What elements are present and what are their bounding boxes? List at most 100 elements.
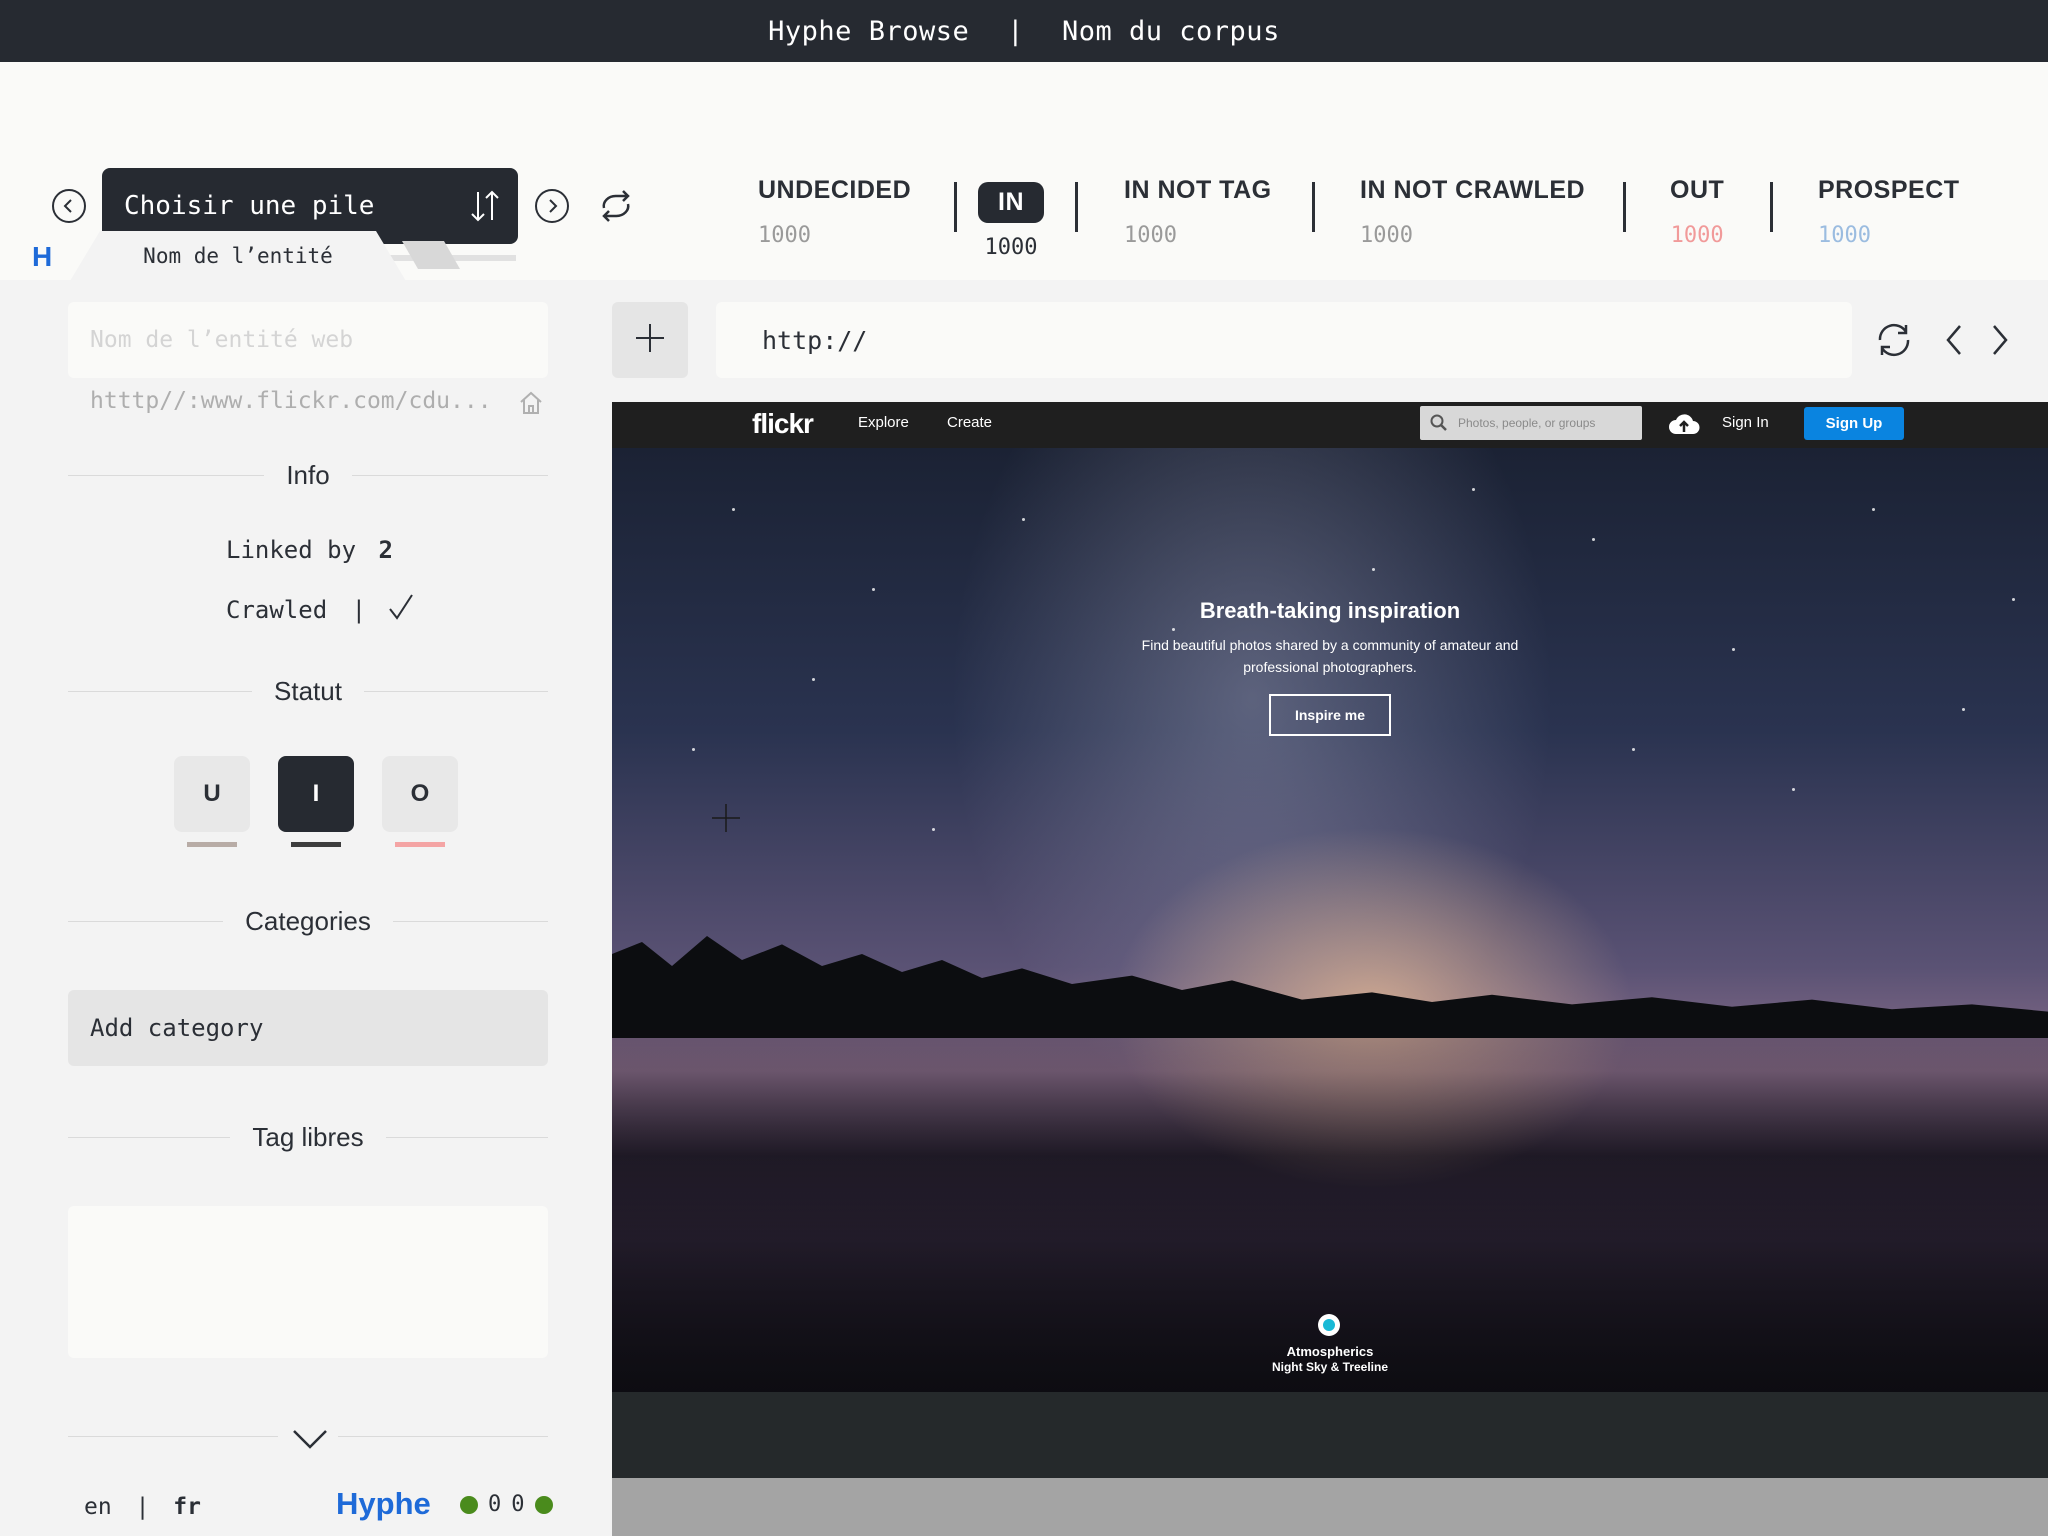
sort-arrows-icon (468, 186, 504, 233)
lang-fr[interactable]: fr (173, 1494, 201, 1520)
status-count: 1000 (984, 235, 1038, 260)
crosshair-cursor-icon (712, 804, 740, 837)
free-tags-input[interactable] (68, 1206, 548, 1358)
entity-panel: Nom de l’entité web htttp//:www.flickr.c… (0, 280, 612, 1536)
flickr-search-input[interactable]: Photos, people, or groups (1420, 406, 1642, 440)
status-o-button[interactable]: O (382, 756, 458, 832)
url-input[interactable]: http:// (716, 302, 1852, 378)
flickr-sign-up-button[interactable]: Sign Up (1804, 407, 1904, 440)
status-in-not-crawled[interactable]: IN NOT CRAWLED 1000 (1360, 176, 1585, 248)
add-category-label: Add category (90, 1014, 264, 1042)
hyphe-brand[interactable]: Hyphe (336, 1486, 431, 1522)
info-title: Info (286, 460, 330, 490)
tab-entity[interactable]: Nom de l’entité (70, 231, 406, 281)
flickr-hero-subtitle: Find beautiful photos shared by a commun… (1141, 637, 1519, 675)
corpus-name: Nom du corpus (1062, 15, 1280, 47)
entity-name-input[interactable]: Nom de l’entité web (68, 302, 548, 378)
status-undecided[interactable]: UNDECIDED 1000 (758, 176, 911, 248)
app-title-bar: Hyphe Browse | Nom du corpus (0, 0, 2048, 62)
status-u-button[interactable]: U (174, 756, 250, 832)
flickr-explore-link[interactable]: Explore (858, 414, 909, 431)
status-u-underline (187, 842, 237, 847)
status-count: 1000 (1124, 223, 1177, 248)
statut-title: Statut (274, 676, 342, 706)
plus-icon (634, 322, 666, 359)
status-dot-icon (534, 1495, 553, 1514)
crawled: Crawled | (226, 592, 415, 628)
status-i-button[interactable]: I (278, 756, 354, 832)
status-count: 1000 (758, 223, 811, 248)
flickr-create-link[interactable]: Create (947, 414, 992, 431)
language-switcher: en | fr (84, 1494, 201, 1520)
status-label: OUT (1670, 176, 1725, 204)
status-out[interactable]: OUT 1000 (1670, 176, 1724, 248)
add-category-input[interactable]: Add category (68, 990, 548, 1066)
divider (68, 1436, 278, 1437)
status-label: UNDECIDED (758, 176, 912, 204)
checkmark-icon (387, 592, 415, 628)
previous-pile-icon[interactable] (52, 189, 86, 223)
linked-by: Linked by 2 (226, 536, 393, 564)
home-icon[interactable] (518, 390, 544, 421)
upload-cloud-icon[interactable] (1668, 412, 1700, 441)
app-name: Hyphe Browse (768, 15, 970, 47)
flickr-logo[interactable]: flickr (752, 408, 814, 440)
divider (338, 1436, 548, 1437)
info-section-header: Info (68, 460, 548, 491)
lake-reflection (612, 1038, 2048, 1438)
status-label: IN NOT TAG (1124, 176, 1272, 204)
linked-by-value: 2 (378, 536, 393, 564)
status-in-not-tag[interactable]: IN NOT TAG 1000 (1124, 176, 1272, 248)
refresh-loop-icon[interactable] (596, 186, 636, 231)
tab-new[interactable] (402, 241, 460, 269)
status-divider (1623, 182, 1626, 232)
status-divider (1075, 182, 1078, 232)
web-view[interactable]: flickr Explore Create Photos, people, or… (612, 402, 2048, 1536)
lang-separator: | (135, 1494, 150, 1520)
status-label: IN NOT CRAWLED (1360, 176, 1586, 204)
tags-title: Tag libres (252, 1122, 364, 1152)
flickr-sign-in-link[interactable]: Sign In (1722, 414, 1769, 431)
status-label: IN (978, 182, 1044, 223)
entity-url: htttp//:www.flickr.com/cdu... (90, 388, 492, 414)
photo-credit-subtitle: Night Sky & Treeline (1271, 1360, 1389, 1374)
search-icon (1430, 414, 1448, 435)
title-separator: | (1007, 15, 1024, 47)
status-dot-icon (460, 1495, 478, 1514)
status-divider (1770, 182, 1773, 232)
forward-icon[interactable] (1988, 324, 2012, 361)
status-divider (1312, 182, 1315, 232)
status-i-underline (291, 842, 341, 847)
hyphe-logo[interactable]: H (32, 241, 52, 273)
categories-title: Categories (245, 906, 371, 936)
status-label: PROSPECT (1818, 176, 1960, 204)
statut-section-header: Statut (68, 676, 548, 707)
flickr-hero-title: Breath-taking inspiration (1199, 598, 1461, 623)
back-icon[interactable] (1942, 324, 1966, 361)
hero-background-image (612, 448, 2048, 1438)
chevron-down-icon[interactable] (292, 1428, 328, 1455)
status-divider (954, 182, 957, 232)
url-value: http:// (762, 325, 868, 355)
photo-credit-title[interactable]: Atmospherics (612, 1344, 2048, 1359)
page-footer-area (612, 1392, 2048, 1478)
status-prospect[interactable]: PROSPECT 1000 (1818, 176, 1960, 248)
flickr-search-placeholder: Photos, people, or groups (1458, 416, 1596, 430)
counter-1: 0 (488, 1492, 502, 1517)
add-tab-button[interactable] (612, 302, 688, 378)
reload-icon[interactable] (1874, 322, 1914, 363)
flickr-inspire-button[interactable]: Inspire me (1269, 694, 1391, 736)
status-count: 1000 (1360, 223, 1413, 248)
tags-section-header: Tag libres (68, 1122, 548, 1153)
entity-name-placeholder: Nom de l’entité web (90, 327, 354, 353)
lang-en[interactable]: en (84, 1494, 112, 1520)
photo-credit-dot-icon[interactable] (1318, 1314, 1340, 1336)
flickr-navbar: flickr Explore Create Photos, people, or… (612, 402, 2048, 448)
status-count: 1000 (1818, 223, 1871, 248)
toolbar: Choisir une pile UNDECIDED 1000 IN 1000 … (0, 62, 2048, 281)
pile-select-label: Choisir une pile (124, 191, 375, 221)
crawled-separator: | (351, 596, 367, 624)
next-pile-icon[interactable] (535, 189, 569, 223)
status-in[interactable]: IN 1000 (978, 182, 1044, 260)
linked-by-label: Linked by (226, 536, 357, 564)
